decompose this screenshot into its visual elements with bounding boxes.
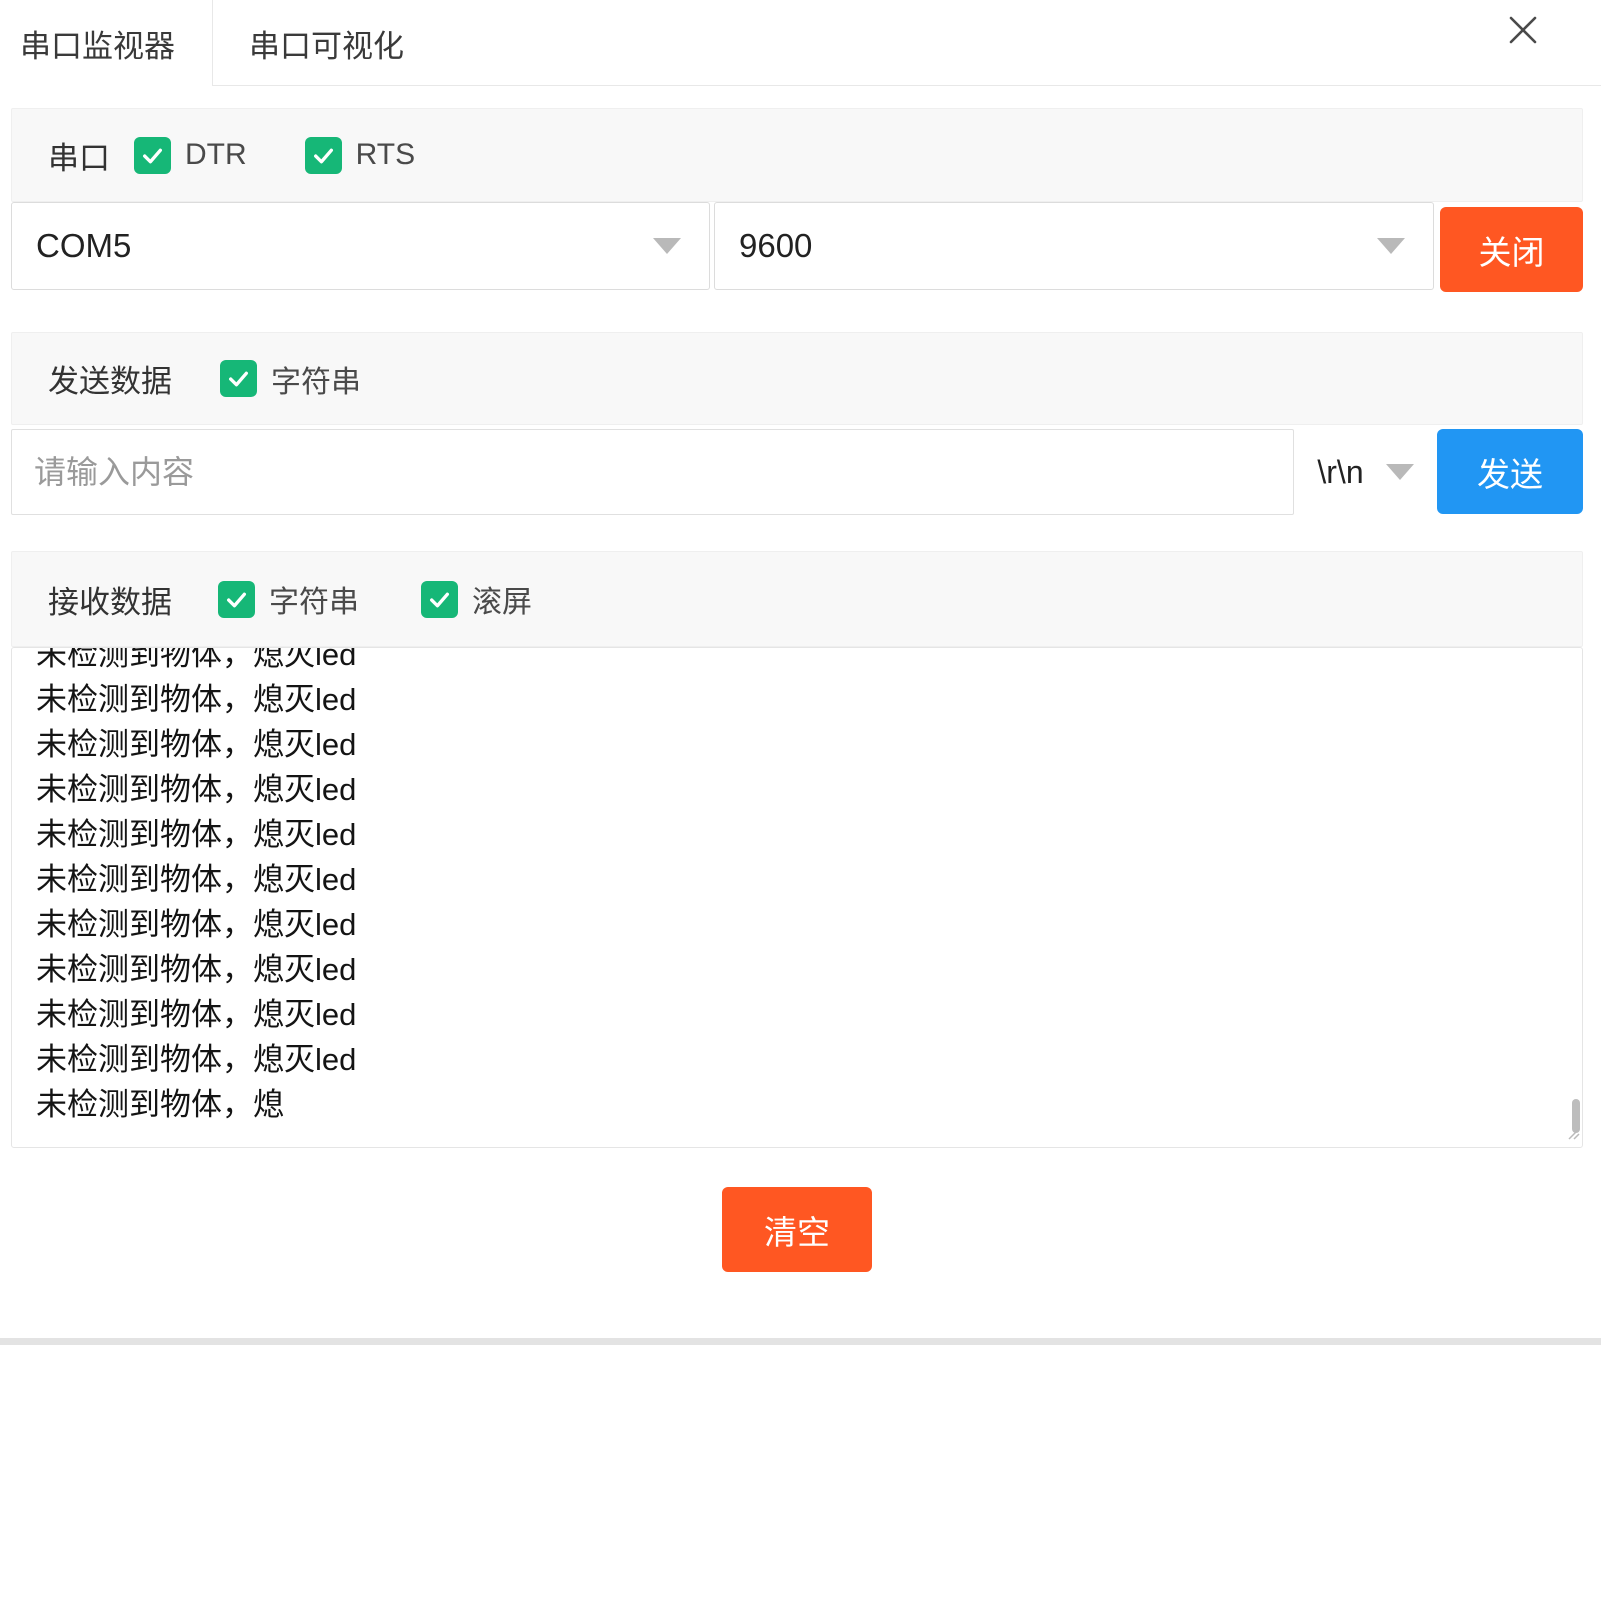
- receive-data-section: 接收数据 字符串 滚屏 未检测到物体，熄灭led未检测到物体，熄灭led未检测到…: [11, 551, 1583, 1148]
- receive-string-checkbox-label: 字符串: [269, 577, 359, 621]
- send-data-section: 发送数据 字符串 \r\n 发送: [11, 332, 1583, 515]
- port-select-value: COM5: [36, 227, 653, 265]
- tab-serial-visualization-label: 串口可视化: [249, 21, 404, 66]
- serial-port-label: 串口: [48, 133, 110, 178]
- checkbox-checked-icon: [220, 360, 257, 397]
- dtr-checkbox-label: DTR: [185, 138, 247, 172]
- tab-serial-monitor-label: 串口监视器: [20, 21, 175, 66]
- send-controls-row: \r\n 发送: [11, 429, 1583, 515]
- received-line: 未检测到物体，熄灭led: [36, 767, 1582, 812]
- checkbox-checked-icon: [305, 137, 342, 174]
- checkbox-checked-icon: [134, 137, 171, 174]
- received-line: 未检测到物体，熄灭led: [36, 857, 1582, 902]
- send-string-checkbox[interactable]: 字符串: [220, 357, 361, 401]
- tab-serial-visualization[interactable]: 串口可视化: [213, 0, 453, 86]
- rts-checkbox-label: RTS: [356, 138, 415, 172]
- close-icon[interactable]: [1503, 10, 1543, 50]
- port-select[interactable]: COM5: [11, 202, 710, 290]
- clear-button[interactable]: 清空: [722, 1187, 872, 1272]
- serial-port-header: 串口 DTR RTS: [11, 108, 1583, 202]
- resize-handle-icon[interactable]: [1566, 1126, 1580, 1145]
- line-ending-select[interactable]: \r\n: [1294, 429, 1437, 515]
- receive-string-checkbox[interactable]: 字符串: [218, 577, 359, 621]
- baud-select[interactable]: 9600: [714, 202, 1434, 290]
- send-button[interactable]: 发送: [1437, 429, 1583, 514]
- received-line: 未检测到物体，熄灭led: [36, 902, 1582, 947]
- send-string-checkbox-label: 字符串: [271, 357, 361, 401]
- tab-serial-monitor[interactable]: 串口监视器: [0, 0, 213, 86]
- checkbox-checked-icon: [218, 581, 255, 618]
- rts-checkbox[interactable]: RTS: [305, 137, 415, 174]
- received-line: 未检测到物体，熄灭led: [36, 992, 1582, 1037]
- received-line: 未检测到物体，熄: [36, 1082, 1582, 1127]
- received-data-area[interactable]: 未检测到物体，熄灭led未检测到物体，熄灭led未检测到物体，熄灭led未检测到…: [11, 647, 1583, 1148]
- serial-port-controls-row: COM5 9600 关闭: [11, 202, 1583, 292]
- send-data-header: 发送数据 字符串: [11, 332, 1583, 425]
- receive-data-header: 接收数据 字符串 滚屏: [11, 551, 1583, 647]
- receive-data-label: 接收数据: [48, 577, 172, 622]
- scroll-checkbox-label: 滚屏: [472, 577, 532, 621]
- dropdown-arrow-icon: [653, 238, 681, 254]
- serial-port-section: 串口 DTR RTS COM5: [11, 108, 1583, 292]
- main-content: 串口 DTR RTS COM5: [0, 108, 1601, 1272]
- line-ending-value: \r\n: [1317, 454, 1363, 491]
- close-port-button[interactable]: 关闭: [1440, 207, 1583, 292]
- clear-button-row: 清空: [11, 1187, 1583, 1272]
- dtr-checkbox[interactable]: DTR: [134, 137, 247, 174]
- received-line: 未检测到物体，熄灭led: [36, 722, 1582, 767]
- received-line: 未检测到物体，熄灭led: [36, 812, 1582, 857]
- tab-bar: 串口监视器 串口可视化: [0, 0, 1601, 86]
- received-line: 未检测到物体，熄灭led: [36, 947, 1582, 992]
- checkbox-checked-icon: [421, 581, 458, 618]
- received-lines: 未检测到物体，熄灭led未检测到物体，熄灭led未检测到物体，熄灭led未检测到…: [12, 647, 1582, 1127]
- send-input[interactable]: [11, 429, 1294, 515]
- scroll-checkbox[interactable]: 滚屏: [421, 577, 532, 621]
- received-line: 未检测到物体，熄灭led: [36, 1037, 1582, 1082]
- dropdown-arrow-icon: [1377, 238, 1405, 254]
- serial-monitor-window: 串口监视器 串口可视化 串口 DTR: [0, 0, 1601, 1601]
- dropdown-arrow-icon: [1386, 464, 1414, 480]
- bottom-divider: [0, 1338, 1601, 1345]
- received-line: 未检测到物体，熄灭led: [36, 677, 1582, 722]
- send-data-label: 发送数据: [48, 356, 172, 401]
- received-line: 未检测到物体，熄灭led: [36, 647, 1582, 677]
- baud-select-value: 9600: [739, 227, 1377, 265]
